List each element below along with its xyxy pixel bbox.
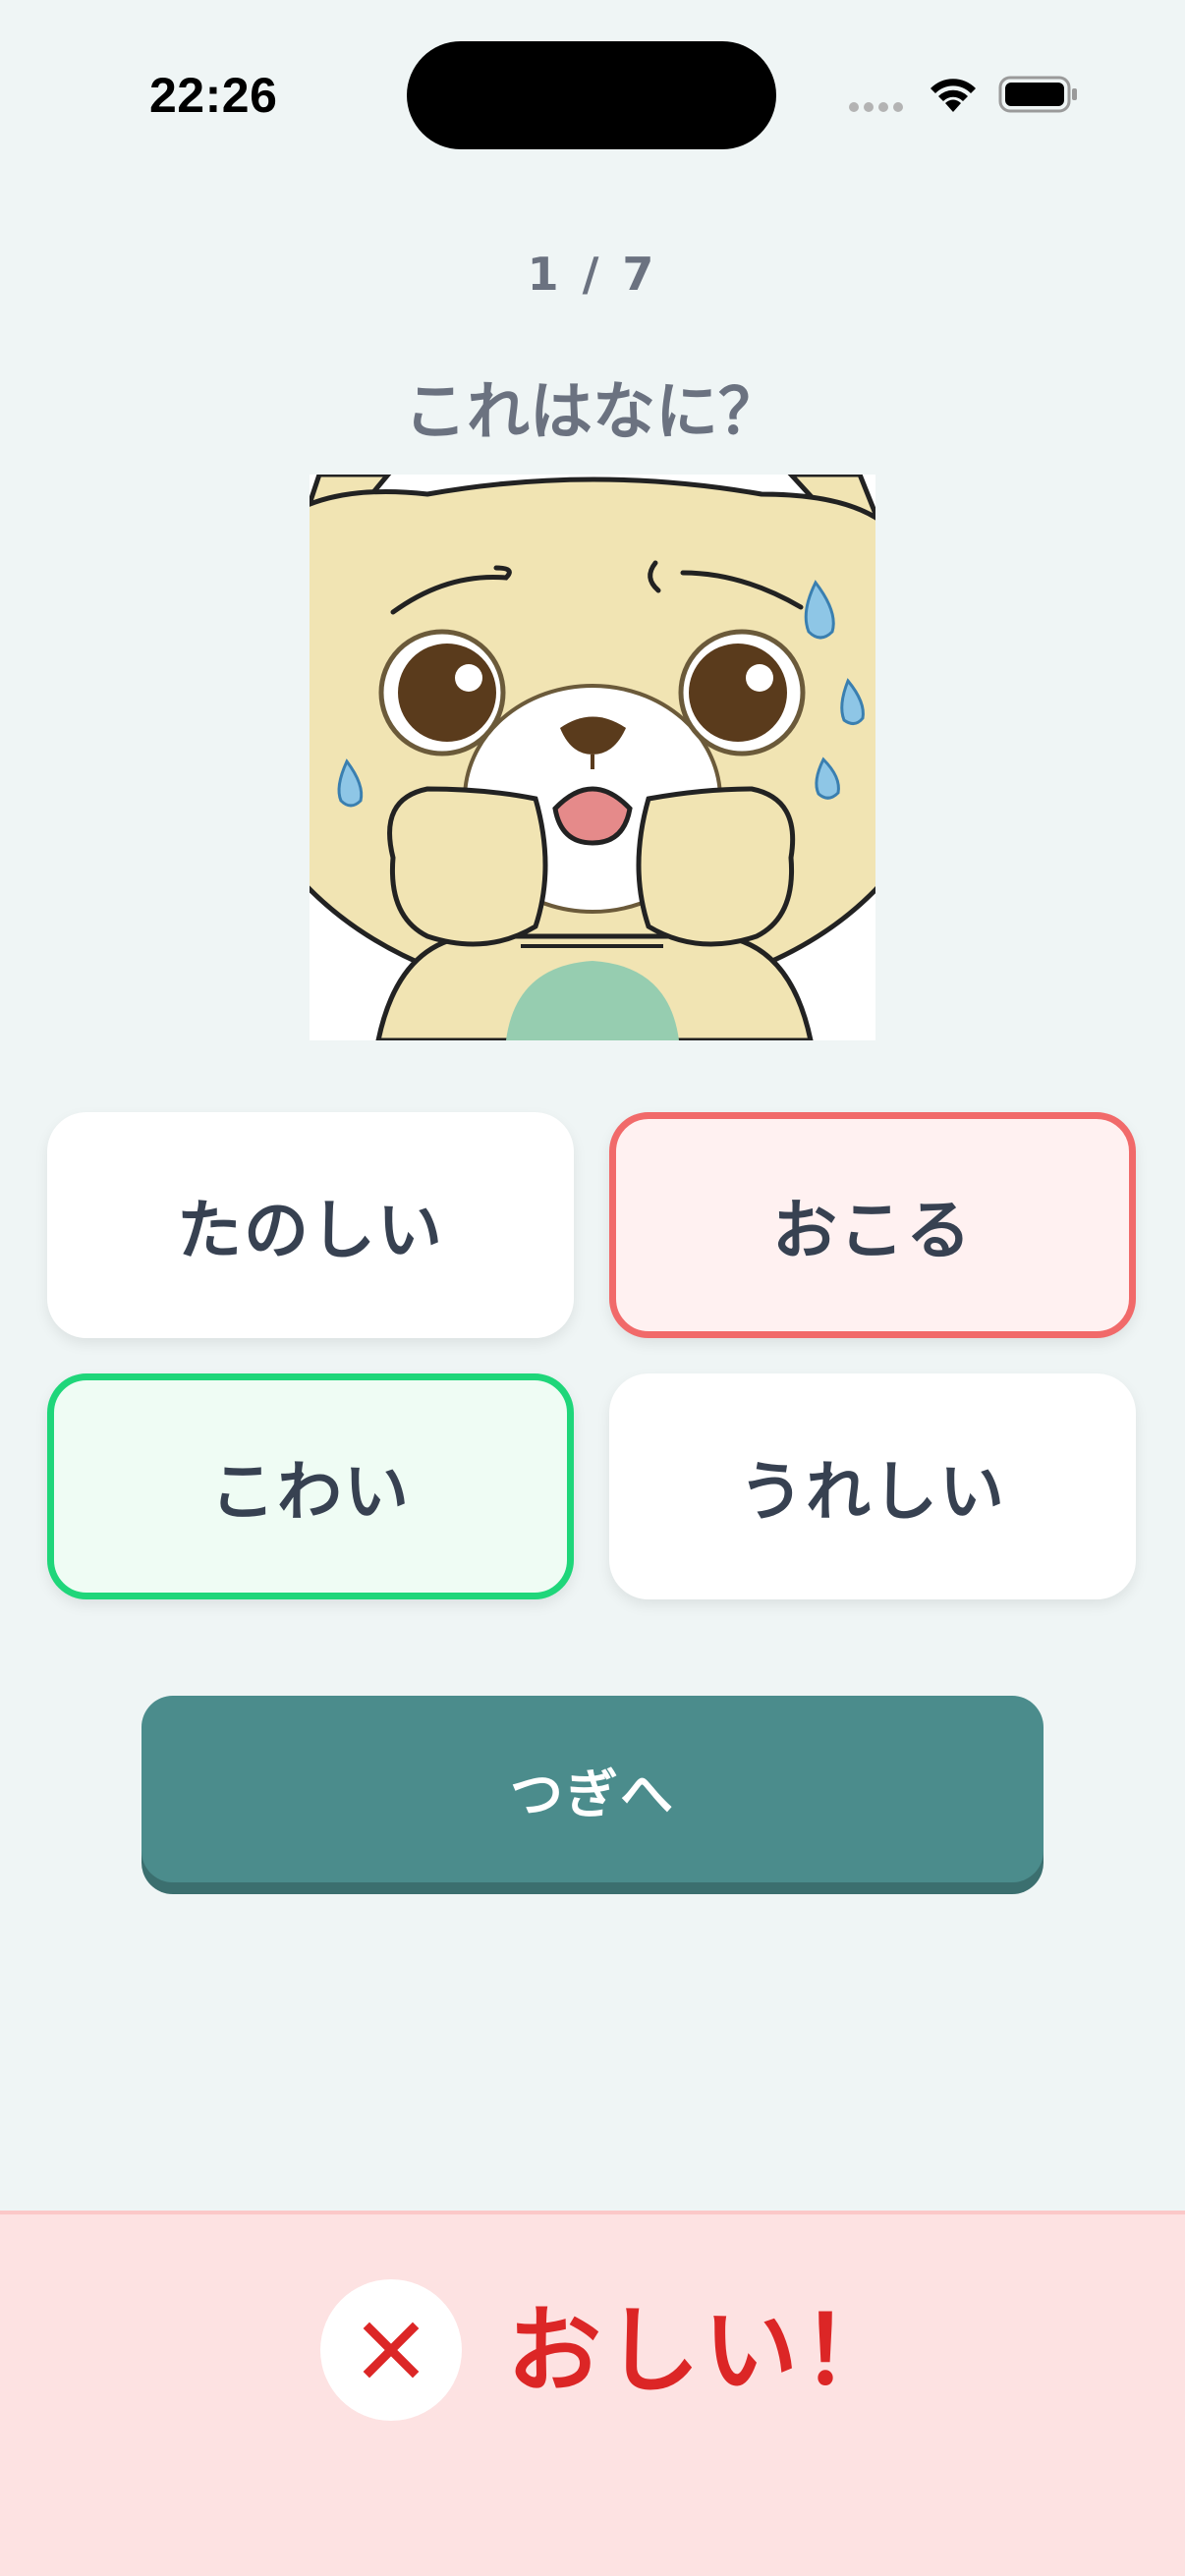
option-tanoshii[interactable]: たのしい: [47, 1112, 574, 1338]
battery-icon: [998, 76, 1077, 113]
status-bar: 22:26: [0, 0, 1185, 157]
question-title: これはなに？: [404, 376, 781, 449]
next-button[interactable]: つぎへ: [141, 1696, 1044, 1882]
option-kowai[interactable]: こわい: [47, 1373, 574, 1599]
progress-indicator: 1 / 7: [527, 248, 658, 301]
feedback-banner: おしい！: [0, 2211, 1185, 2576]
status-time: 22:26: [149, 68, 278, 123]
close-icon: [320, 2279, 462, 2421]
signal-icon: [849, 102, 903, 112]
option-ureshii[interactable]: うれしい: [609, 1373, 1136, 1599]
wifi-icon: [931, 79, 976, 112]
scared-bear-illustration: [310, 475, 875, 1040]
feedback-text: おしい！: [507, 2296, 900, 2406]
dynamic-island: [407, 41, 776, 149]
option-okoru[interactable]: おこる: [609, 1112, 1136, 1338]
